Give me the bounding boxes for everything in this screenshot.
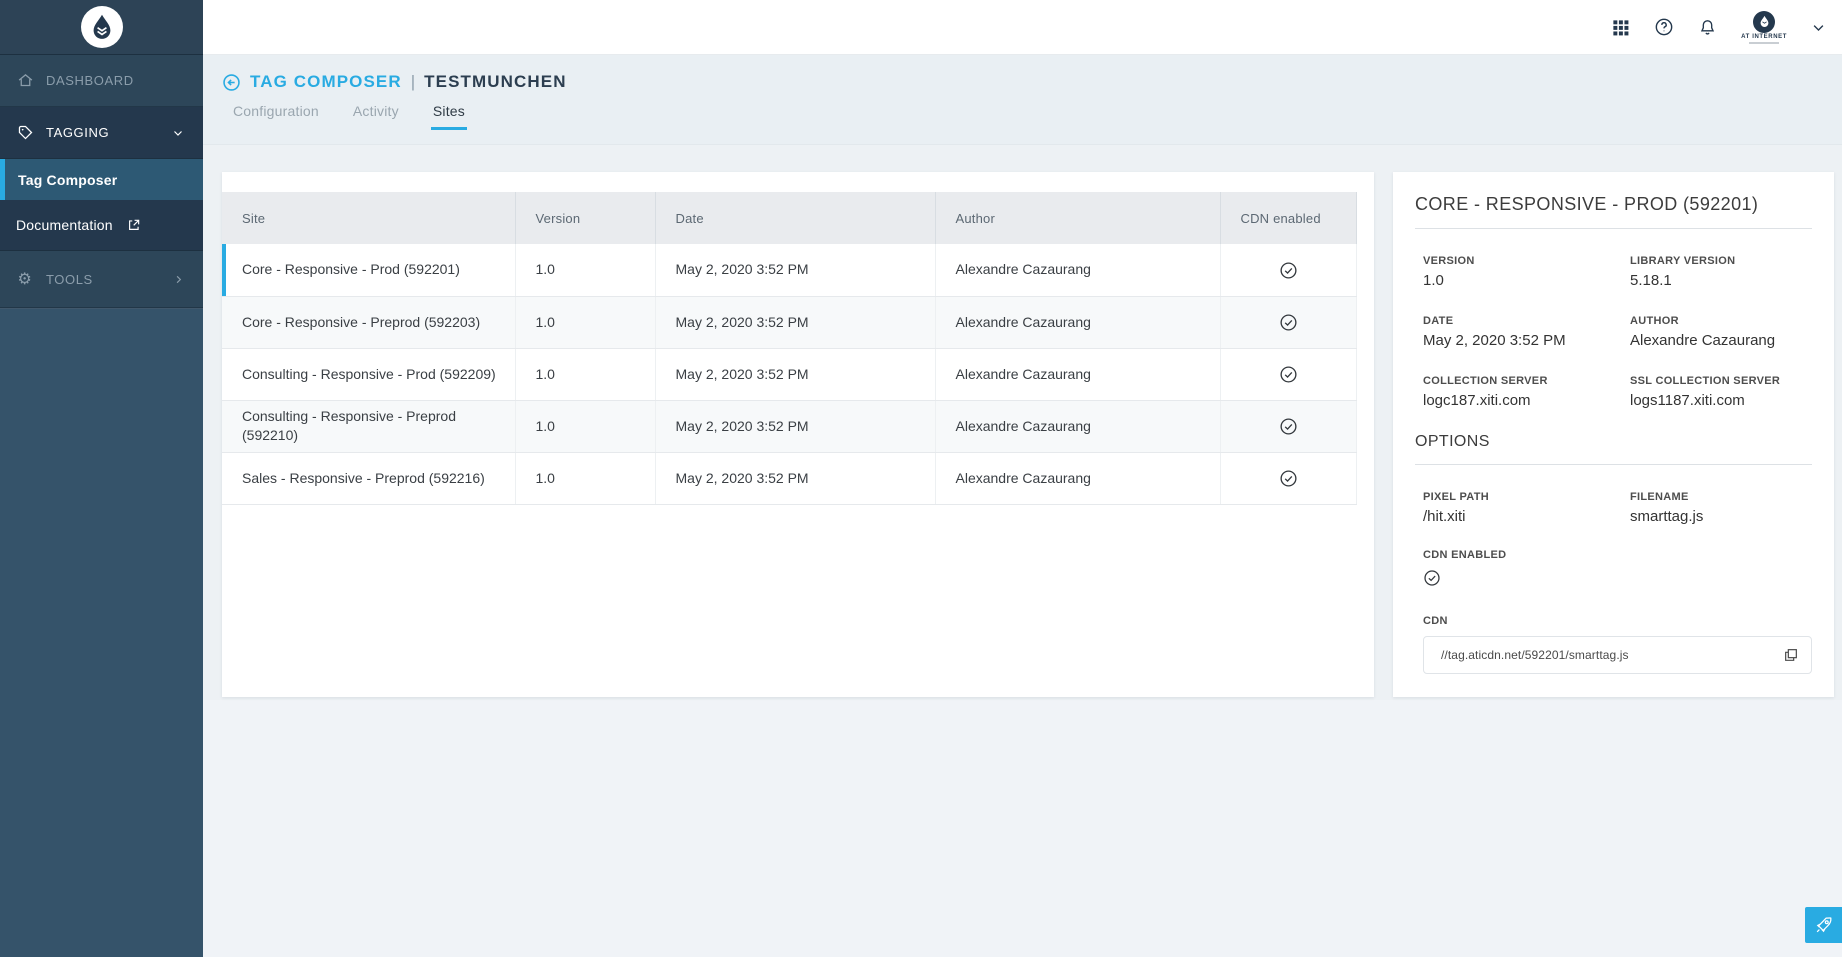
detail-field-label: VERSION <box>1423 255 1630 267</box>
check-circle-icon <box>1279 365 1298 384</box>
title-separator: | <box>411 72 415 92</box>
title-row: TAG COMPOSER | TESTMUNCHEN <box>203 55 1842 92</box>
tabs: Configuration Activity Sites <box>203 103 1842 130</box>
column-header: Version <box>515 192 655 244</box>
tab-activity[interactable]: Activity <box>351 103 401 130</box>
notifications-bell-icon[interactable] <box>1698 18 1717 37</box>
detail-field-value: logc187.xiti.com <box>1423 392 1630 409</box>
copy-icon[interactable] <box>1783 647 1811 663</box>
cdn-enabled-label: CDN ENABLED <box>1423 549 1812 561</box>
detail-field: VERSION 1.0 <box>1423 255 1630 289</box>
detail-field: FILENAME smarttag.js <box>1630 491 1812 525</box>
account-logo-icon <box>1753 11 1775 33</box>
sites-table-card: SiteVersionDateAuthorCDN enabled Core - … <box>222 172 1374 697</box>
cdn-enabled-block: CDN ENABLED <box>1415 549 1812 587</box>
column-header: Author <box>935 192 1220 244</box>
detail-field-value: 1.0 <box>1423 272 1630 289</box>
detail-field-label: DATE <box>1423 315 1630 327</box>
cdn-label: CDN <box>1423 615 1812 627</box>
sidebar-item-tagging[interactable]: TAGGING <box>0 107 203 159</box>
table-row[interactable]: Sales - Responsive - Preprod (592216) 1.… <box>222 452 1356 504</box>
details-title: CORE - RESPONSIVE - PROD (592201) <box>1415 194 1812 215</box>
tab-sites[interactable]: Sites <box>431 103 467 130</box>
sidebar-item-label: Documentation <box>16 217 113 233</box>
table-header: SiteVersionDateAuthorCDN enabled <box>222 192 1356 244</box>
detail-field-value: logs1187.xiti.com <box>1630 392 1812 409</box>
page-title-app[interactable]: TAG COMPOSER <box>250 72 402 92</box>
sidebar-item-label: Tag Composer <box>18 172 117 188</box>
tab-configuration[interactable]: Configuration <box>231 103 321 130</box>
apps-grid-icon[interactable] <box>1611 18 1630 37</box>
sidebar: DASHBOARD TAGGING Tag Composer Documenta… <box>0 0 203 957</box>
page-title-site: TESTMUNCHEN <box>424 72 566 92</box>
column-header: Site <box>222 192 515 244</box>
topbar: AT INTERNET <box>203 0 1842 55</box>
at-internet-drop-logo[interactable] <box>81 6 123 48</box>
cdn-url-value: //tag.aticdn.net/592201/smarttag.js <box>1424 648 1783 662</box>
detail-field-value: smarttag.js <box>1630 508 1812 525</box>
options-fields: PIXEL PATH /hit.xiti FILENAME smarttag.j… <box>1415 465 1812 525</box>
detail-field-label: LIBRARY VERSION <box>1630 255 1812 267</box>
detail-field-label: FILENAME <box>1630 491 1812 503</box>
options-title: OPTIONS <box>1415 433 1812 451</box>
table-header-row: SiteVersionDateAuthorCDN enabled <box>222 192 1356 244</box>
account-tagline <box>1749 42 1779 44</box>
detail-field-value: /hit.xiti <box>1423 508 1630 525</box>
detail-field: PIXEL PATH /hit.xiti <box>1423 491 1630 525</box>
column-header: Date <box>655 192 935 244</box>
content-area: SiteVersionDateAuthorCDN enabled Core - … <box>203 145 1842 700</box>
detail-field-value: Alexandre Cazaurang <box>1630 332 1812 349</box>
check-circle-icon <box>1279 261 1298 280</box>
account-avatar[interactable]: AT INTERNET <box>1741 11 1787 44</box>
detail-field: COLLECTION SERVER logc187.xiti.com <box>1423 375 1630 409</box>
detail-field: DATE May 2, 2020 3:52 PM <box>1423 315 1630 349</box>
detail-field-label: PIXEL PATH <box>1423 491 1630 503</box>
sidebar-filler <box>0 308 203 316</box>
sites-table: SiteVersionDateAuthorCDN enabled Core - … <box>222 192 1357 505</box>
table-row[interactable]: Core - Responsive - Preprod (592203) 1.0… <box>222 296 1356 348</box>
chevron-down-icon <box>169 127 187 139</box>
check-circle-icon <box>1279 313 1298 332</box>
detail-field: AUTHOR Alexandre Cazaurang <box>1630 315 1812 349</box>
rocket-icon <box>1814 915 1834 935</box>
sidebar-item-label: TOOLS <box>46 272 93 287</box>
detail-field: LIBRARY VERSION 5.18.1 <box>1630 255 1812 289</box>
sidebar-item-tag-composer[interactable]: Tag Composer <box>0 159 203 200</box>
chevron-down-icon[interactable] <box>1811 20 1826 35</box>
check-circle-icon <box>1279 469 1298 488</box>
gear-icon: ⚙ <box>16 271 34 287</box>
table-row[interactable]: Consulting - Responsive - Preprod (59221… <box>222 400 1356 452</box>
detail-field-label: AUTHOR <box>1630 315 1812 327</box>
home-icon <box>16 72 34 89</box>
page-header: TAG COMPOSER | TESTMUNCHEN Configuration… <box>203 55 1842 145</box>
details-fields: VERSION 1.0 LIBRARY VERSION 5.18.1 DATE … <box>1415 229 1812 409</box>
chevron-right-icon <box>169 274 187 285</box>
table-row[interactable]: Consulting - Responsive - Prod (592209) … <box>222 348 1356 400</box>
back-circle-arrow-icon[interactable] <box>222 73 241 92</box>
detail-field-value: 5.18.1 <box>1630 272 1812 289</box>
sidebar-item-label: TAGGING <box>46 125 109 140</box>
detail-field-label: COLLECTION SERVER <box>1423 375 1630 387</box>
table-row[interactable]: Core - Responsive - Prod (592201) 1.0 Ma… <box>222 244 1356 296</box>
external-link-icon <box>125 218 143 232</box>
sites-table-body: Core - Responsive - Prod (592201) 1.0 Ma… <box>222 244 1356 504</box>
detail-field-value: May 2, 2020 3:52 PM <box>1423 332 1630 349</box>
column-header: CDN enabled <box>1220 192 1356 244</box>
detail-field-label: SSL COLLECTION SERVER <box>1630 375 1812 387</box>
account-label: AT INTERNET <box>1741 34 1787 40</box>
check-circle-icon <box>1423 569 1441 587</box>
sidebar-item-tools[interactable]: ⚙ TOOLS <box>0 251 203 308</box>
sidebar-logo-band <box>0 0 203 55</box>
cdn-block: CDN //tag.aticdn.net/592201/smarttag.js <box>1415 615 1812 674</box>
detail-field: SSL COLLECTION SERVER logs1187.xiti.com <box>1630 375 1812 409</box>
sidebar-item-dashboard[interactable]: DASHBOARD <box>0 55 203 107</box>
tag-icon <box>16 124 34 141</box>
rocket-launch-button[interactable] <box>1805 907 1842 943</box>
check-circle-icon <box>1279 417 1298 436</box>
cdn-url-field[interactable]: //tag.aticdn.net/592201/smarttag.js <box>1423 636 1812 674</box>
sidebar-item-label: DASHBOARD <box>46 73 134 88</box>
help-icon[interactable] <box>1654 17 1674 37</box>
sidebar-item-documentation[interactable]: Documentation <box>0 200 203 251</box>
site-details-panel: CORE - RESPONSIVE - PROD (592201) VERSIO… <box>1393 172 1834 697</box>
